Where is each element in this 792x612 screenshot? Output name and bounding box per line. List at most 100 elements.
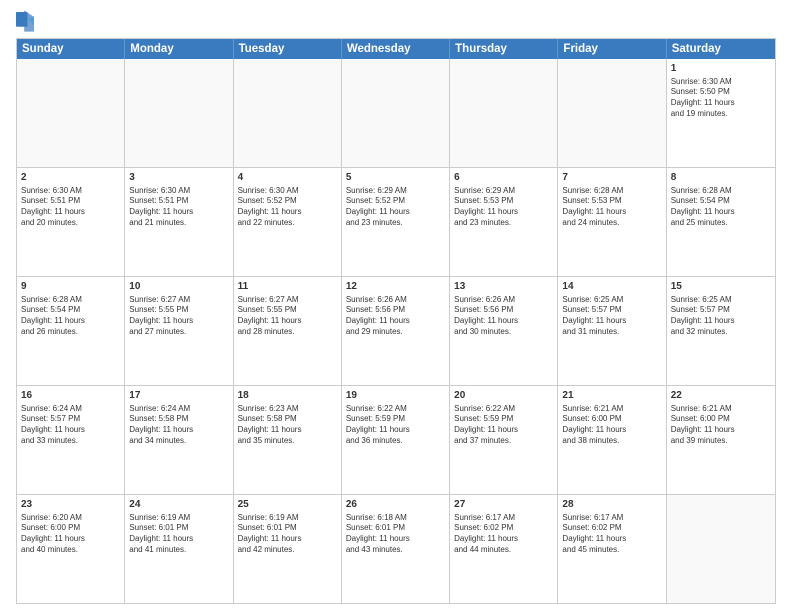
calendar-cell: 12Sunrise: 6:26 AM Sunset: 5:56 PM Dayli… <box>342 277 450 385</box>
calendar-cell: 23Sunrise: 6:20 AM Sunset: 6:00 PM Dayli… <box>17 495 125 603</box>
day-info: Sunrise: 6:30 AM Sunset: 5:51 PM Dayligh… <box>21 186 120 229</box>
calendar-cell: 11Sunrise: 6:27 AM Sunset: 5:55 PM Dayli… <box>234 277 342 385</box>
day-number: 19 <box>346 389 445 403</box>
day-number: 22 <box>671 389 771 403</box>
calendar-cell: 10Sunrise: 6:27 AM Sunset: 5:55 PM Dayli… <box>125 277 233 385</box>
day-number: 18 <box>238 389 337 403</box>
calendar-cell: 2Sunrise: 6:30 AM Sunset: 5:51 PM Daylig… <box>17 168 125 276</box>
calendar: SundayMondayTuesdayWednesdayThursdayFrid… <box>16 38 776 604</box>
day-number: 17 <box>129 389 228 403</box>
day-number: 16 <box>21 389 120 403</box>
calendar-cell: 24Sunrise: 6:19 AM Sunset: 6:01 PM Dayli… <box>125 495 233 603</box>
calendar-cell: 5Sunrise: 6:29 AM Sunset: 5:52 PM Daylig… <box>342 168 450 276</box>
logo-icon <box>16 10 34 32</box>
day-number: 9 <box>21 280 120 294</box>
calendar-cell: 8Sunrise: 6:28 AM Sunset: 5:54 PM Daylig… <box>667 168 775 276</box>
day-number: 1 <box>671 62 771 76</box>
day-number: 25 <box>238 498 337 512</box>
day-number: 2 <box>21 171 120 185</box>
day-info: Sunrise: 6:26 AM Sunset: 5:56 PM Dayligh… <box>346 295 445 338</box>
day-info: Sunrise: 6:19 AM Sunset: 6:01 PM Dayligh… <box>238 513 337 556</box>
calendar-week-row: 9Sunrise: 6:28 AM Sunset: 5:54 PM Daylig… <box>17 276 775 385</box>
day-number: 7 <box>562 171 661 185</box>
day-info: Sunrise: 6:27 AM Sunset: 5:55 PM Dayligh… <box>238 295 337 338</box>
calendar-header-day: Wednesday <box>342 39 450 59</box>
calendar-cell <box>667 495 775 603</box>
calendar-week-row: 23Sunrise: 6:20 AM Sunset: 6:00 PM Dayli… <box>17 494 775 603</box>
calendar-cell <box>342 59 450 167</box>
day-number: 13 <box>454 280 553 294</box>
day-number: 3 <box>129 171 228 185</box>
day-info: Sunrise: 6:17 AM Sunset: 6:02 PM Dayligh… <box>454 513 553 556</box>
calendar-header: SundayMondayTuesdayWednesdayThursdayFrid… <box>17 39 775 59</box>
logo <box>16 12 36 32</box>
day-info: Sunrise: 6:24 AM Sunset: 5:57 PM Dayligh… <box>21 404 120 447</box>
calendar-cell: 16Sunrise: 6:24 AM Sunset: 5:57 PM Dayli… <box>17 386 125 494</box>
day-info: Sunrise: 6:26 AM Sunset: 5:56 PM Dayligh… <box>454 295 553 338</box>
calendar-cell: 17Sunrise: 6:24 AM Sunset: 5:58 PM Dayli… <box>125 386 233 494</box>
day-number: 15 <box>671 280 771 294</box>
day-number: 23 <box>21 498 120 512</box>
calendar-body: 1Sunrise: 6:30 AM Sunset: 5:50 PM Daylig… <box>17 59 775 603</box>
calendar-header-day: Saturday <box>667 39 775 59</box>
day-number: 14 <box>562 280 661 294</box>
day-number: 5 <box>346 171 445 185</box>
day-info: Sunrise: 6:25 AM Sunset: 5:57 PM Dayligh… <box>562 295 661 338</box>
day-number: 4 <box>238 171 337 185</box>
calendar-cell: 22Sunrise: 6:21 AM Sunset: 6:00 PM Dayli… <box>667 386 775 494</box>
day-info: Sunrise: 6:21 AM Sunset: 6:00 PM Dayligh… <box>671 404 771 447</box>
day-number: 12 <box>346 280 445 294</box>
day-number: 28 <box>562 498 661 512</box>
calendar-week-row: 16Sunrise: 6:24 AM Sunset: 5:57 PM Dayli… <box>17 385 775 494</box>
calendar-week-row: 1Sunrise: 6:30 AM Sunset: 5:50 PM Daylig… <box>17 59 775 167</box>
calendar-header-day: Monday <box>125 39 233 59</box>
calendar-cell: 15Sunrise: 6:25 AM Sunset: 5:57 PM Dayli… <box>667 277 775 385</box>
day-number: 6 <box>454 171 553 185</box>
day-info: Sunrise: 6:28 AM Sunset: 5:54 PM Dayligh… <box>21 295 120 338</box>
calendar-cell <box>125 59 233 167</box>
calendar-cell: 4Sunrise: 6:30 AM Sunset: 5:52 PM Daylig… <box>234 168 342 276</box>
calendar-cell: 9Sunrise: 6:28 AM Sunset: 5:54 PM Daylig… <box>17 277 125 385</box>
calendar-cell: 1Sunrise: 6:30 AM Sunset: 5:50 PM Daylig… <box>667 59 775 167</box>
calendar-header-day: Thursday <box>450 39 558 59</box>
calendar-cell: 25Sunrise: 6:19 AM Sunset: 6:01 PM Dayli… <box>234 495 342 603</box>
calendar-cell: 20Sunrise: 6:22 AM Sunset: 5:59 PM Dayli… <box>450 386 558 494</box>
day-info: Sunrise: 6:17 AM Sunset: 6:02 PM Dayligh… <box>562 513 661 556</box>
page: SundayMondayTuesdayWednesdayThursdayFrid… <box>0 0 792 612</box>
day-info: Sunrise: 6:29 AM Sunset: 5:52 PM Dayligh… <box>346 186 445 229</box>
calendar-cell: 7Sunrise: 6:28 AM Sunset: 5:53 PM Daylig… <box>558 168 666 276</box>
day-number: 26 <box>346 498 445 512</box>
day-info: Sunrise: 6:25 AM Sunset: 5:57 PM Dayligh… <box>671 295 771 338</box>
day-info: Sunrise: 6:28 AM Sunset: 5:53 PM Dayligh… <box>562 186 661 229</box>
calendar-cell: 6Sunrise: 6:29 AM Sunset: 5:53 PM Daylig… <box>450 168 558 276</box>
day-number: 24 <box>129 498 228 512</box>
calendar-cell <box>17 59 125 167</box>
calendar-cell: 14Sunrise: 6:25 AM Sunset: 5:57 PM Dayli… <box>558 277 666 385</box>
day-info: Sunrise: 6:28 AM Sunset: 5:54 PM Dayligh… <box>671 186 771 229</box>
calendar-cell: 19Sunrise: 6:22 AM Sunset: 5:59 PM Dayli… <box>342 386 450 494</box>
day-number: 10 <box>129 280 228 294</box>
day-number: 11 <box>238 280 337 294</box>
calendar-cell: 21Sunrise: 6:21 AM Sunset: 6:00 PM Dayli… <box>558 386 666 494</box>
calendar-header-day: Sunday <box>17 39 125 59</box>
calendar-header-day: Tuesday <box>234 39 342 59</box>
day-info: Sunrise: 6:30 AM Sunset: 5:50 PM Dayligh… <box>671 77 771 120</box>
calendar-cell <box>234 59 342 167</box>
day-info: Sunrise: 6:30 AM Sunset: 5:51 PM Dayligh… <box>129 186 228 229</box>
calendar-cell: 3Sunrise: 6:30 AM Sunset: 5:51 PM Daylig… <box>125 168 233 276</box>
calendar-cell: 26Sunrise: 6:18 AM Sunset: 6:01 PM Dayli… <box>342 495 450 603</box>
calendar-week-row: 2Sunrise: 6:30 AM Sunset: 5:51 PM Daylig… <box>17 167 775 276</box>
day-info: Sunrise: 6:30 AM Sunset: 5:52 PM Dayligh… <box>238 186 337 229</box>
day-number: 21 <box>562 389 661 403</box>
calendar-cell: 28Sunrise: 6:17 AM Sunset: 6:02 PM Dayli… <box>558 495 666 603</box>
calendar-cell: 27Sunrise: 6:17 AM Sunset: 6:02 PM Dayli… <box>450 495 558 603</box>
day-info: Sunrise: 6:24 AM Sunset: 5:58 PM Dayligh… <box>129 404 228 447</box>
day-info: Sunrise: 6:18 AM Sunset: 6:01 PM Dayligh… <box>346 513 445 556</box>
day-info: Sunrise: 6:20 AM Sunset: 6:00 PM Dayligh… <box>21 513 120 556</box>
day-info: Sunrise: 6:29 AM Sunset: 5:53 PM Dayligh… <box>454 186 553 229</box>
day-info: Sunrise: 6:19 AM Sunset: 6:01 PM Dayligh… <box>129 513 228 556</box>
calendar-cell: 18Sunrise: 6:23 AM Sunset: 5:58 PM Dayli… <box>234 386 342 494</box>
day-info: Sunrise: 6:23 AM Sunset: 5:58 PM Dayligh… <box>238 404 337 447</box>
day-number: 8 <box>671 171 771 185</box>
calendar-cell <box>450 59 558 167</box>
